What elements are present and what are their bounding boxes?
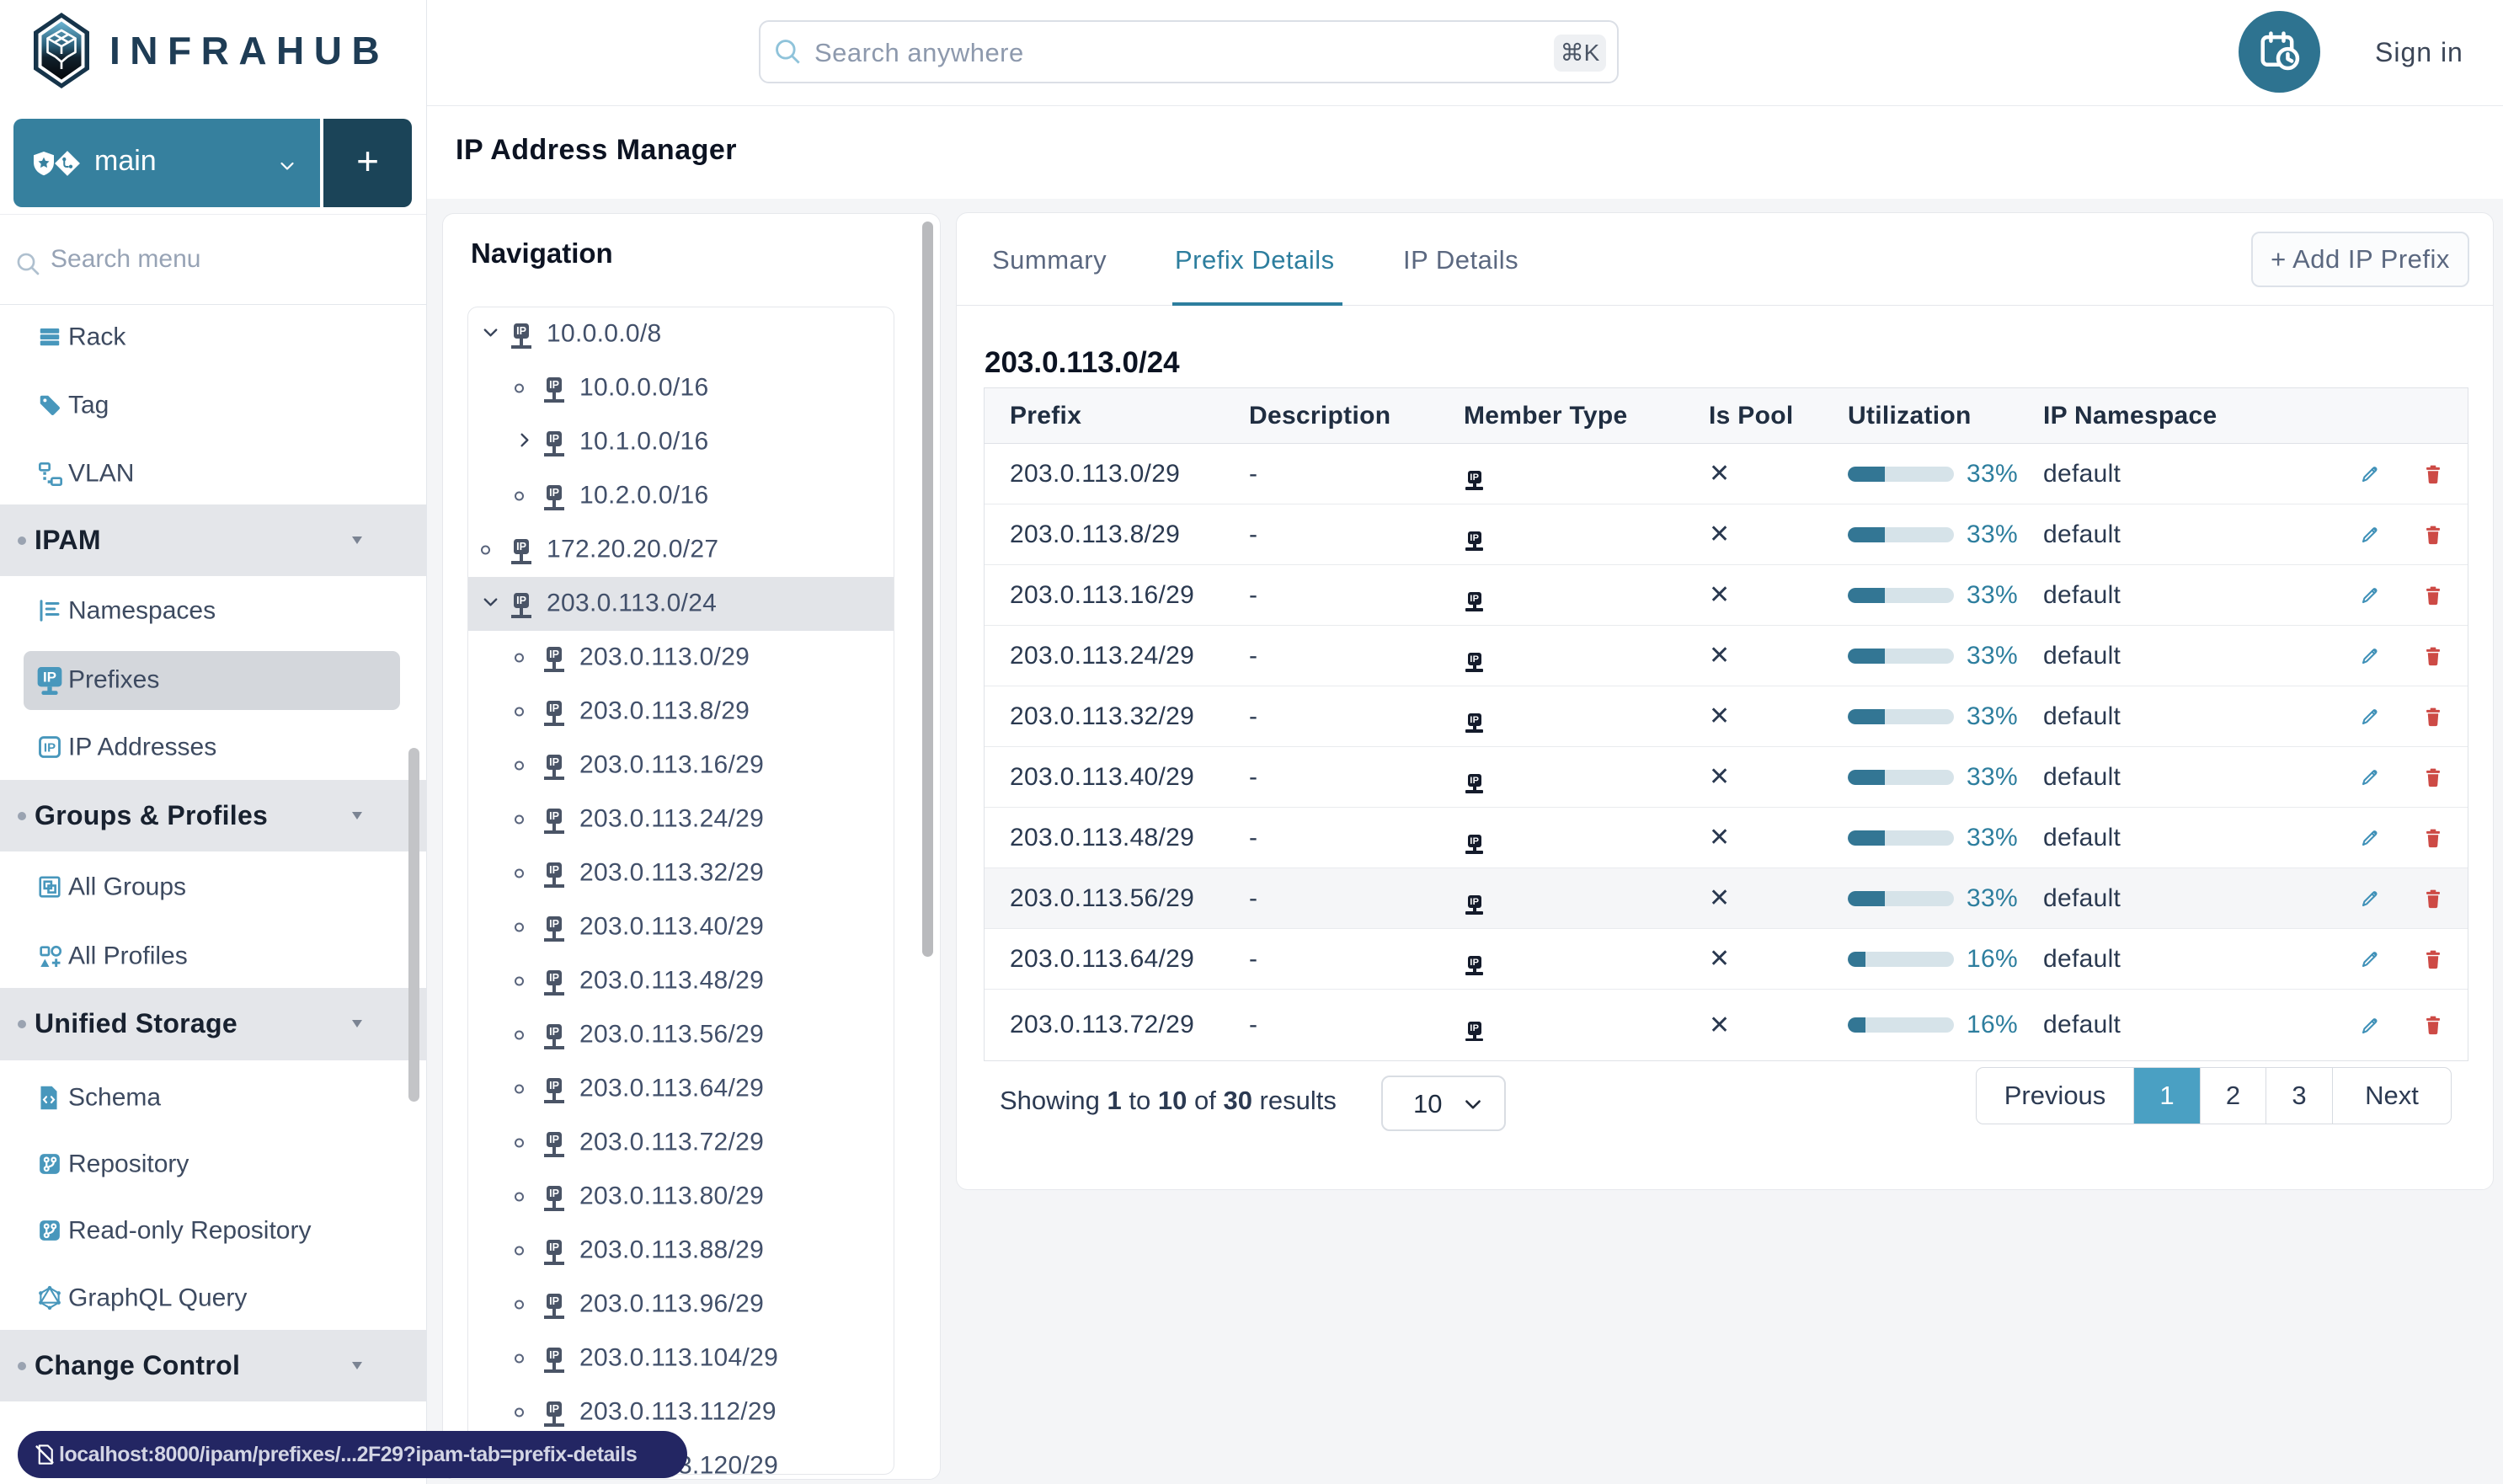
svg-text:IP: IP	[44, 740, 56, 755]
svg-text:IP: IP	[43, 669, 56, 685]
